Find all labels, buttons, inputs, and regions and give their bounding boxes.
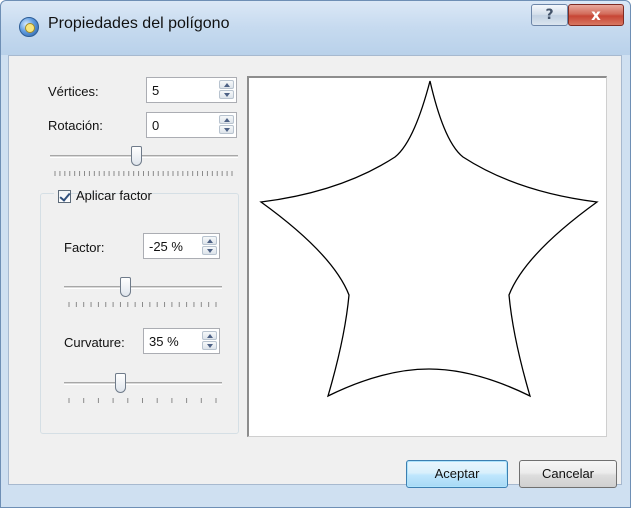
- factor-up-arrow-icon[interactable]: [202, 236, 217, 245]
- help-button[interactable]: ?: [531, 4, 568, 26]
- polygon-preview: [247, 76, 607, 437]
- factor-value[interactable]: -25 %: [149, 239, 183, 254]
- curvature-up-arrow-icon[interactable]: [202, 331, 217, 340]
- curvature-spinner[interactable]: 35 %: [143, 328, 220, 354]
- dialog-title: Propiedades del polígono: [48, 15, 230, 32]
- apply-factor-checkbox[interactable]: Aplicar factor: [54, 188, 152, 206]
- vertices-up-arrow-icon[interactable]: [219, 80, 234, 89]
- curvature-slider-thumb[interactable]: [115, 373, 126, 393]
- apply-factor-label[interactable]: Aplicar factor: [76, 188, 152, 203]
- curvature-slider-ticks: [68, 398, 217, 403]
- cancel-button[interactable]: Cancelar: [519, 460, 617, 488]
- curvature-label: Curvature:: [64, 335, 125, 350]
- rotation-slider-track: [50, 155, 238, 158]
- app-icon: [19, 17, 39, 37]
- factor-slider-track: [64, 286, 222, 289]
- close-icon: x: [591, 6, 601, 24]
- factor-slider-ticks: [68, 302, 217, 307]
- title-bar[interactable]: Propiedades del polígono ? x: [1, 1, 630, 55]
- factor-slider[interactable]: [64, 277, 222, 311]
- star-outline: [259, 80, 599, 398]
- factor-slider-thumb[interactable]: [120, 277, 131, 297]
- curvature-slider[interactable]: [64, 373, 222, 407]
- vertices-spinner[interactable]: 5: [146, 77, 237, 103]
- rotation-label: Rotación:: [48, 118, 103, 133]
- checkbox-checked-icon[interactable]: [58, 190, 71, 203]
- factor-down-arrow-icon[interactable]: [202, 246, 217, 255]
- curvature-slider-track: [64, 382, 222, 385]
- rotation-up-arrow-icon[interactable]: [219, 115, 234, 124]
- rotation-down-arrow-icon[interactable]: [219, 125, 234, 134]
- rotation-slider-ticks: [54, 171, 233, 176]
- curvature-down-arrow-icon[interactable]: [202, 341, 217, 350]
- star-shape-preview: [259, 80, 599, 398]
- vertices-label: Vértices:: [48, 84, 99, 99]
- factor-spinner[interactable]: -25 %: [143, 233, 220, 259]
- vertices-down-arrow-icon[interactable]: [219, 90, 234, 99]
- curvature-value[interactable]: 35 %: [149, 334, 179, 349]
- rotation-slider[interactable]: [50, 146, 238, 180]
- rotation-value[interactable]: 0: [152, 118, 159, 133]
- rotation-slider-thumb[interactable]: [131, 146, 142, 166]
- rotation-spinner[interactable]: 0: [146, 112, 237, 138]
- factor-label: Factor:: [64, 240, 105, 255]
- vertices-value[interactable]: 5: [152, 83, 159, 98]
- accept-button[interactable]: Aceptar: [406, 460, 508, 488]
- close-button[interactable]: x: [568, 4, 624, 26]
